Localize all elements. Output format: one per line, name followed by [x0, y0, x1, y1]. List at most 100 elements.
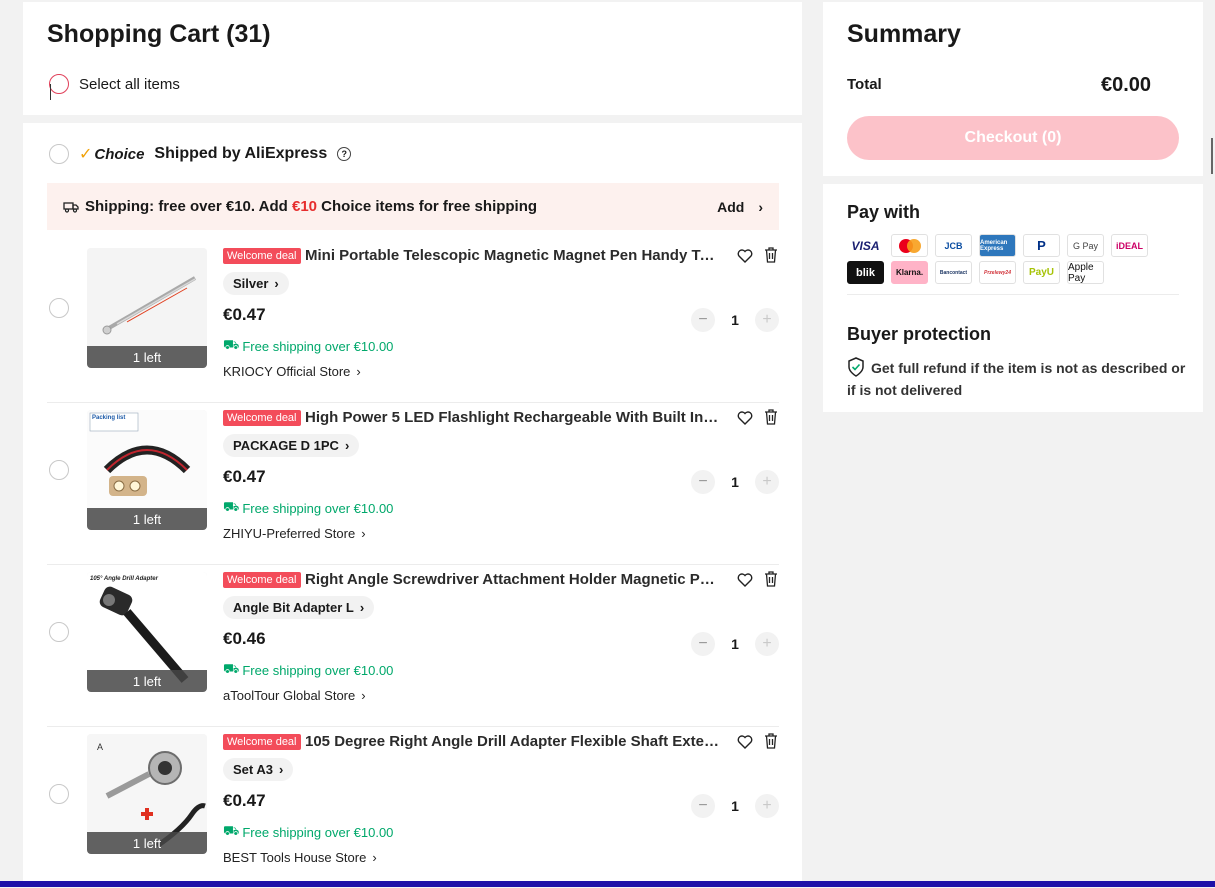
variant-label: PACKAGE D 1PC	[233, 438, 339, 453]
store-name: BEST Tools House Store	[223, 850, 367, 865]
variant-selector[interactable]: PACKAGE D 1PC ›	[223, 434, 360, 457]
total-label: Total	[847, 76, 882, 93]
decrease-button[interactable]: −	[691, 308, 715, 332]
choice-logo-text: Choice	[94, 145, 145, 163]
truck-icon: ⛟	[223, 823, 240, 838]
item-price: €0.47	[223, 467, 266, 486]
visa-logo: VISA	[847, 234, 884, 257]
variant-label: Angle Bit Adapter L	[233, 600, 354, 615]
checkout-button[interactable]: Checkout (0)	[847, 116, 1179, 160]
quantity-value[interactable]: 1	[715, 474, 755, 490]
item-price: €0.47	[223, 305, 266, 324]
product-image[interactable]: 105° Angle Drill Adapter 1 left	[87, 572, 207, 692]
heart-icon[interactable]	[737, 572, 753, 588]
chevron-right-icon: ›	[361, 688, 366, 703]
quantity-stepper: − 1 +	[691, 632, 779, 656]
trash-icon[interactable]	[764, 247, 778, 263]
item-select-radio[interactable]	[49, 784, 69, 804]
add-label: Add	[717, 198, 745, 215]
heart-icon[interactable]	[737, 410, 753, 426]
bottom-bar	[0, 881, 1215, 887]
truck-icon: ⛟	[223, 499, 240, 514]
increase-button[interactable]: +	[755, 470, 779, 494]
cart-item: 105° Angle Drill Adapter 1 left Welcome …	[47, 564, 779, 727]
product-title[interactable]: High Power 5 LED Flashlight Rechargeable…	[305, 409, 721, 426]
amex-logo: American Express	[979, 234, 1016, 257]
product-image[interactable]: Packing list 1 left	[87, 410, 207, 530]
decrease-button[interactable]: −	[691, 794, 715, 818]
increase-button[interactable]: +	[755, 308, 779, 332]
payment-panel: Pay with VISA JCB American Express P G P…	[823, 184, 1203, 412]
item-price: €0.46	[223, 629, 266, 648]
store-link[interactable]: ZHIYU-Preferred Store ›	[223, 526, 366, 541]
variant-selector[interactable]: Silver ›	[223, 272, 289, 295]
item-select-radio[interactable]	[49, 298, 69, 318]
quantity-value[interactable]: 1	[715, 798, 755, 814]
chevron-right-icon: ›	[356, 364, 361, 379]
cart-title: Shopping Cart (31)	[47, 20, 271, 48]
select-all-checkbox[interactable]: Select all items	[49, 74, 180, 100]
trash-icon[interactable]	[764, 409, 778, 425]
store-link[interactable]: aToolTour Global Store ›	[223, 688, 366, 703]
decrease-button[interactable]: −	[691, 470, 715, 494]
product-image[interactable]: 1 left	[87, 248, 207, 368]
shipping-banner-text: Shipping: free over €10. Add €10 Choice …	[85, 198, 538, 215]
item-select-radio[interactable]	[49, 460, 69, 480]
chevron-right-icon: ›	[372, 850, 377, 865]
apple-pay-logo: Apple Pay	[1067, 261, 1104, 284]
divider	[847, 294, 1179, 295]
product-title[interactable]: 105 Degree Right Angle Drill Adapter Fle…	[305, 733, 721, 750]
quantity-value[interactable]: 1	[715, 636, 755, 652]
chevron-right-icon: ›	[359, 600, 365, 615]
przelewy24-logo: Przelewy24	[979, 261, 1016, 284]
trash-icon[interactable]	[764, 571, 778, 587]
cart-header: Shopping Cart (31) Select all items	[23, 2, 802, 115]
select-all-label: Select all items	[79, 75, 180, 93]
store-link[interactable]: BEST Tools House Store ›	[223, 850, 377, 865]
choice-group-header: ✓ Choice Shipped by AliExpress ?	[49, 144, 352, 164]
help-icon[interactable]: ?	[337, 147, 352, 161]
variant-selector[interactable]: Angle Bit Adapter L ›	[223, 596, 375, 619]
heart-icon[interactable]	[737, 734, 753, 750]
store-name: aToolTour Global Store	[223, 688, 356, 703]
product-image[interactable]: A 1 left	[87, 734, 207, 854]
chevron-right-icon: ›	[274, 276, 279, 291]
google-pay-logo: G Pay	[1067, 234, 1104, 257]
trash-icon[interactable]	[764, 733, 778, 749]
increase-button[interactable]: +	[755, 632, 779, 656]
select-all-radio[interactable]	[49, 74, 69, 94]
store-name: ZHIYU-Preferred Store	[223, 526, 356, 541]
quantity-stepper: − 1 +	[691, 308, 779, 332]
item-price: €0.47	[223, 791, 266, 810]
decrease-button[interactable]: −	[691, 632, 715, 656]
product-title[interactable]: Right Angle Screwdriver Attachment Holde…	[305, 571, 721, 588]
heart-icon[interactable]	[737, 248, 753, 264]
truck-icon: ⛟	[223, 661, 240, 676]
stock-badge: 1 left	[87, 346, 207, 368]
chevron-right-icon: ›	[361, 526, 366, 541]
product-title[interactable]: Mini Portable Telescopic Magnetic Magnet…	[305, 247, 721, 264]
free-shipping-note: ⛟ Free shipping over €10.00	[223, 661, 394, 678]
shipped-by-label: Shipped by AliExpress	[154, 145, 328, 162]
store-link[interactable]: KRIOCY Official Store ›	[223, 364, 361, 379]
klarna-logo: Klarna.	[891, 261, 928, 284]
summary-title: Summary	[847, 20, 961, 48]
choice-logo: ✓ Choice	[79, 144, 144, 164]
increase-button[interactable]: +	[755, 794, 779, 818]
packing-list-caption: Packing list	[92, 415, 125, 421]
cart-list: ✓ Choice Shipped by AliExpress ? Shippin…	[23, 123, 802, 883]
ideal-logo: iDEAL	[1111, 234, 1148, 257]
quantity-value[interactable]: 1	[715, 312, 755, 328]
stock-badge: 1 left	[87, 832, 207, 854]
add-items-link[interactable]: Add ›	[717, 199, 763, 215]
welcome-deal-badge: Welcome deal	[223, 572, 301, 588]
item-select-radio[interactable]	[49, 622, 69, 642]
cart-item: Packing list 1 left Welcome deal High Po…	[47, 402, 779, 565]
shipping-banner: Shipping: free over €10. Add €10 Choice …	[47, 183, 779, 230]
choice-group-radio[interactable]	[49, 144, 69, 164]
scrollbar-thumb[interactable]	[1211, 138, 1213, 174]
payu-logo: PayU	[1023, 261, 1060, 284]
quantity-stepper: − 1 +	[691, 470, 779, 494]
variant-selector[interactable]: Set A3 ›	[223, 758, 294, 781]
jcb-logo: JCB	[935, 234, 972, 257]
